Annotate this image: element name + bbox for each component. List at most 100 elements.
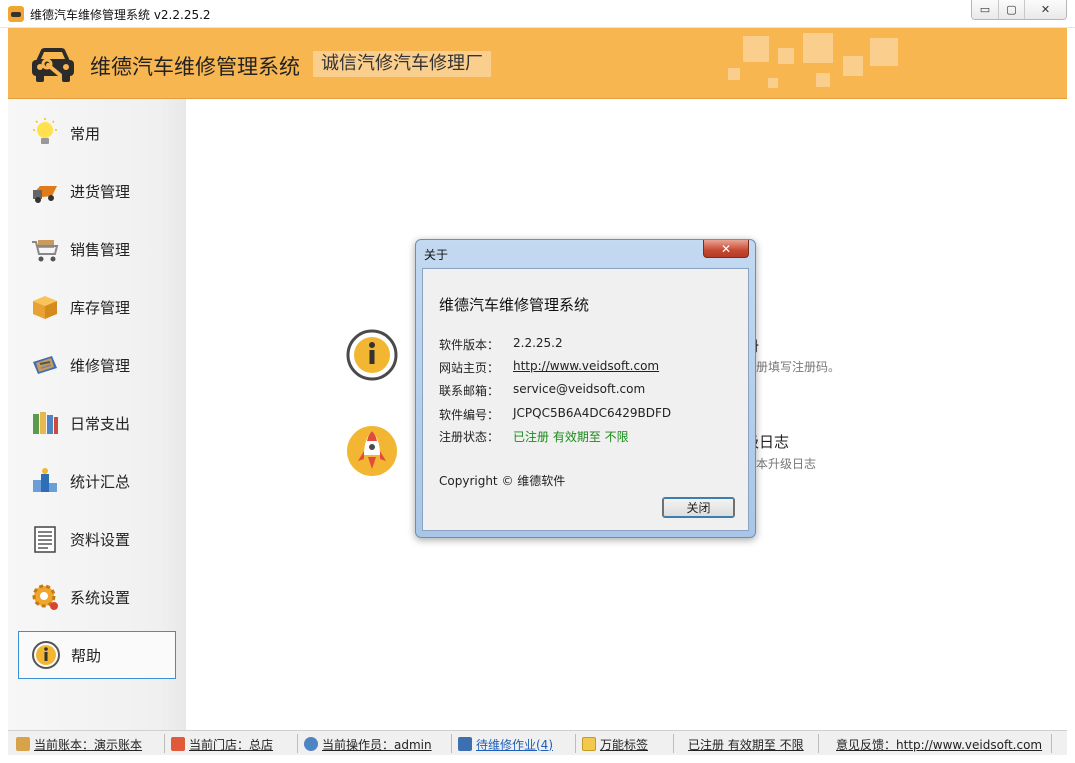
header-decoration	[768, 78, 778, 88]
status-divider	[297, 734, 298, 753]
window-titlebar: 维德汽车维修管理系统 v2.2.25.2 ▭ ▢ ✕	[0, 0, 1075, 28]
gear-icon	[28, 580, 62, 614]
dialog-title: 关于	[424, 248, 449, 262]
app-name: 维德汽车维修管理系统	[90, 55, 300, 79]
sidebar-item-label: 进货管理	[70, 182, 131, 201]
info-key: 联系邮箱：	[439, 384, 500, 398]
home-icon	[171, 737, 185, 751]
ledger-icon	[16, 737, 30, 751]
close-button[interactable]: 关闭	[662, 497, 735, 518]
info-key: 注册状态：	[439, 430, 500, 444]
sidebar-item-label: 销售管理	[70, 240, 131, 259]
status-pending-text: 待维修作业(4)	[476, 737, 553, 752]
user-icon	[304, 737, 318, 751]
cart-icon	[28, 232, 62, 266]
status-bar: 当前账本：演示账本 当前门店：总店 当前操作员：admin 待维修作业(4) 万…	[8, 730, 1067, 755]
sidebar-item-common[interactable]: 常用	[18, 109, 176, 157]
header-decoration	[803, 33, 833, 63]
restore-button[interactable]: ▢	[998, 0, 1024, 19]
info-icon[interactable]	[346, 329, 398, 381]
sidebar: 常用 进货管理 销售管理 库存管理 维修管理 日常支出 统计汇总 资料设置 系统…	[8, 99, 186, 730]
rocket-icon[interactable]	[346, 425, 398, 477]
info-value: service@veidsoft.com	[513, 382, 646, 396]
info-key: 软件版本：	[439, 338, 500, 352]
status-account[interactable]: 当前账本：演示账本	[16, 735, 142, 753]
podium-icon	[28, 464, 62, 498]
status-divider	[164, 734, 165, 753]
info-value: 2.2.25.2	[513, 336, 563, 350]
info-row-version: 软件版本： 2.2.25.2	[439, 336, 563, 353]
header-decoration	[743, 36, 769, 62]
copyright-text: Copyright © 维德软件	[439, 474, 566, 488]
sidebar-item-expenses[interactable]: 日常支出	[18, 399, 176, 447]
info-value: JCPQC5B6A4DC6429BDFD	[513, 406, 672, 420]
info-row-serial: 软件编号： JCPQC5B6A4DC6429BDFD	[439, 406, 671, 423]
sidebar-item-label: 帮助	[71, 646, 102, 665]
dialog-heading: 维德汽车维修管理系统	[439, 296, 590, 314]
status-pending-repairs[interactable]: 待维修作业(4)	[458, 735, 553, 753]
sidebar-item-inventory[interactable]: 库存管理	[18, 283, 176, 331]
sidebar-item-label: 常用	[70, 124, 101, 143]
sidebar-item-label: 日常支出	[70, 414, 131, 433]
label-icon	[582, 737, 596, 751]
sidebar-item-statistics[interactable]: 统计汇总	[18, 457, 176, 505]
status-divider	[673, 734, 674, 753]
sidebar-item-label: 系统设置	[70, 588, 131, 607]
shop-name: 诚信汽修汽车修理厂	[313, 51, 491, 77]
header-decoration	[816, 73, 830, 87]
info-row-website: 网站主页： http://www.veidsoft.com	[439, 359, 659, 376]
status-operator[interactable]: 当前操作员：admin	[304, 735, 432, 753]
car-repair-logo-icon	[32, 48, 74, 82]
dialog-body: 维德汽车维修管理系统 软件版本： 2.2.25.2 网站主页： http://w…	[422, 268, 749, 531]
sidebar-item-data-settings[interactable]: 资料设置	[18, 515, 176, 563]
status-divider	[575, 734, 576, 753]
status-registration[interactable]: 已注册 有效期至 不限	[688, 735, 804, 753]
status-store[interactable]: 当前门店：总店	[171, 735, 273, 753]
status-operator-text: 当前操作员：admin	[322, 737, 432, 752]
info-row-email: 联系邮箱： service@veidsoft.com	[439, 382, 645, 399]
binders-icon	[28, 406, 62, 440]
info-key: 软件编号：	[439, 408, 500, 422]
app-car-icon	[8, 6, 24, 22]
document-icon	[28, 522, 62, 556]
window-controls: ▭ ▢ ✕	[971, 0, 1067, 20]
sidebar-item-label: 库存管理	[70, 298, 131, 317]
sidebar-item-system-settings[interactable]: 系统设置	[18, 573, 176, 621]
info-row-registration: 注册状态： 已注册 有效期至 不限	[439, 428, 629, 445]
sidebar-item-sales[interactable]: 销售管理	[18, 225, 176, 273]
header-decoration	[778, 48, 794, 64]
toolbox-icon	[28, 348, 62, 382]
sidebar-item-label: 统计汇总	[70, 472, 131, 491]
about-dialog: 关于 ✕ 维德汽车维修管理系统 软件版本： 2.2.25.2 网站主页： htt…	[415, 239, 756, 538]
status-feedback-text: 意见反馈：http://www.veidsoft.com	[836, 737, 1043, 752]
status-labels-text: 万能标签	[600, 737, 649, 752]
registration-status: 已注册 有效期至 不限	[513, 430, 629, 444]
header-decoration	[728, 68, 740, 80]
minimize-button[interactable]: ▭	[972, 0, 998, 19]
sidebar-item-repair[interactable]: 维修管理	[18, 341, 176, 389]
info-icon	[29, 638, 63, 672]
sidebar-item-label: 资料设置	[70, 530, 131, 549]
status-account-text: 当前账本：演示账本	[34, 737, 143, 752]
status-store-text: 当前门店：总店	[189, 737, 274, 752]
toolbox-icon	[458, 737, 472, 751]
sidebar-item-purchase[interactable]: 进货管理	[18, 167, 176, 215]
register-card-desc: 注册填写注册码。	[744, 360, 841, 374]
status-labels[interactable]: 万能标签	[582, 735, 648, 753]
lightbulb-icon	[28, 116, 62, 150]
website-link[interactable]: http://www.veidsoft.com	[513, 359, 659, 376]
truck-icon	[28, 174, 62, 208]
status-feedback[interactable]: 意见反馈：http://www.veidsoft.com	[836, 735, 1042, 753]
sidebar-item-label: 维修管理	[70, 356, 131, 375]
header-decoration	[843, 56, 863, 76]
status-divider	[1051, 734, 1052, 753]
sidebar-item-help[interactable]: 帮助	[18, 631, 176, 679]
status-divider	[818, 734, 819, 753]
dialog-close-icon[interactable]: ✕	[703, 240, 749, 258]
window-title: 维德汽车维修管理系统 v2.2.25.2	[30, 8, 211, 22]
app-header: 维德汽车维修管理系统 诚信汽修汽车修理厂	[8, 28, 1067, 99]
header-decoration	[870, 38, 898, 66]
box-icon	[28, 290, 62, 324]
status-divider	[451, 734, 452, 753]
window-close-button[interactable]: ✕	[1024, 0, 1066, 19]
